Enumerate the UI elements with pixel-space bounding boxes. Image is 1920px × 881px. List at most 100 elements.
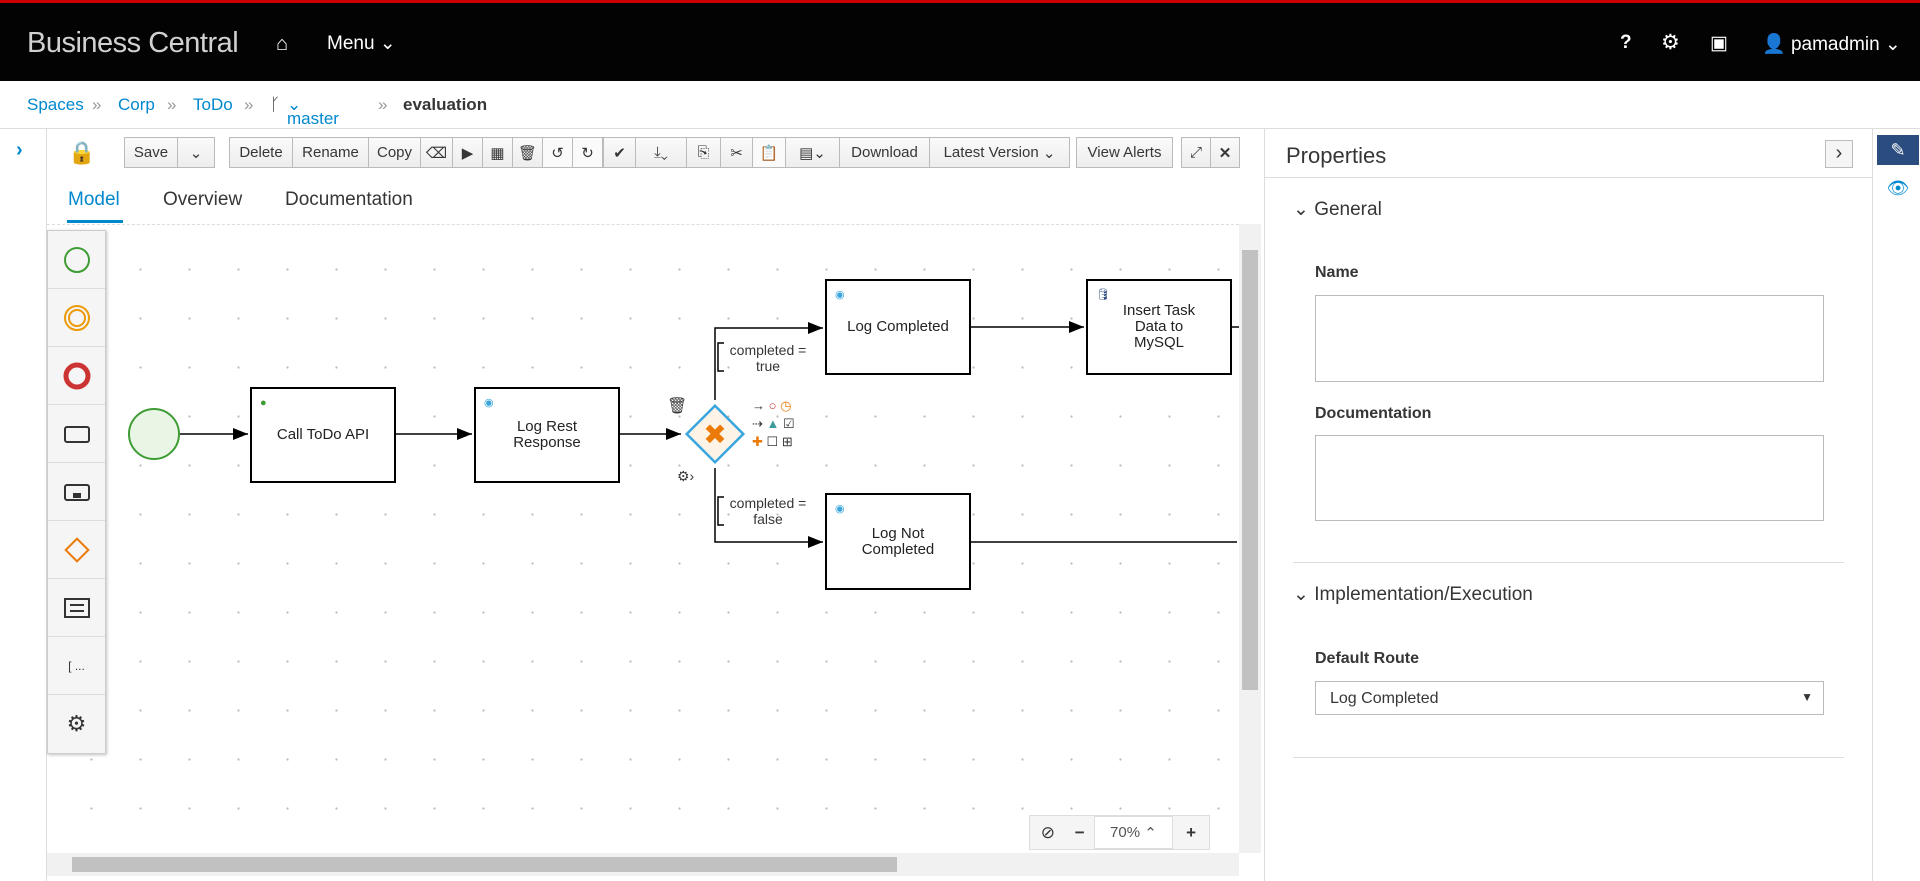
trash-icon[interactable]: 🗑 [512,137,543,168]
save-button[interactable]: Save [124,137,178,168]
brand-logo[interactable]: Business Central [27,27,239,60]
tab-overview[interactable]: Overview [163,189,242,211]
script-icon: ◉ [484,397,494,409]
documentation-textarea[interactable] [1315,435,1824,521]
sequence-flow-icon[interactable]: → [752,398,765,413]
breadcrumb-current: evaluation [403,95,488,114]
properties-panel: Properties › ⌄ General Name Documentatio… [1264,129,1872,881]
palette-subprocess[interactable] [48,463,105,521]
palette-text-annotation[interactable]: [ ... [48,637,105,695]
view-dropdown-icon[interactable]: ▤⌄ [785,137,840,168]
reset-zoom-icon[interactable]: ⊘ [1030,823,1066,843]
undo-icon[interactable]: ↺ [542,137,573,168]
eye-preview-icon[interactable]: 👁 [1877,173,1919,203]
home-icon[interactable]: ⌂ [276,33,288,56]
start-event [128,408,180,460]
view-alerts-button[interactable]: View Alerts [1076,137,1173,168]
tab-model[interactable]: Model [68,189,120,211]
copy-icon[interactable]: ⎘ [686,137,721,168]
breadcrumb: Spaces » Corp » ToDo » ᚴ master ⌄ » eval… [0,81,1920,129]
palette-gateway[interactable] [48,521,105,579]
copy-button[interactable]: Copy [368,137,421,168]
horizontal-scrollbar[interactable] [47,853,1239,876]
end-event-icon[interactable]: ○ [769,398,777,413]
expand-chevron-icon[interactable]: › [16,139,23,162]
palette-end-event[interactable] [48,347,105,405]
eraser-icon[interactable]: ⌫ [420,137,453,168]
palette-lane[interactable] [48,579,105,637]
horizontal-scroll-thumb[interactable] [72,857,897,872]
task-label: Log Completed [847,318,949,335]
morph-gears-icon[interactable]: ⚙› [677,468,694,485]
breadcrumb-spaces[interactable]: Spaces [27,95,84,115]
section-implementation[interactable]: ⌄ Implementation/Execution [1293,583,1533,606]
zoom-out-button[interactable]: − [1066,823,1094,843]
close-icon[interactable]: ✕ [1210,137,1240,168]
menu-dropdown[interactable]: Menu ⌄ [327,32,396,55]
right-side-tabs: ✎ 👁 [1872,129,1920,881]
rename-button[interactable]: Rename [292,137,369,168]
lock-icon[interactable]: 🔒 [68,140,95,166]
task-call-todo-api[interactable]: ● Call ToDo API [250,387,396,483]
default-route-label: Default Route [1315,650,1419,667]
user-menu[interactable]: 👤 pamadmin ⌄ [1762,32,1901,56]
collapse-panel-button[interactable]: › [1825,140,1853,168]
tab-documentation[interactable]: Documentation [285,189,413,211]
annotation-icon[interactable]: ☐ [767,434,779,449]
diagram-canvas[interactable]: ✖ ● Call ToDo API ◉ Log Rest Response ◉ Log… [47,224,1239,853]
task-log-not-completed[interactable]: ◉ Log Not Completed [825,493,971,590]
export-download-icon[interactable]: ⤓⌄ [635,137,687,168]
default-route-select[interactable]: Log Completed ▼ [1315,681,1824,715]
grid-icon[interactable]: ▦ [482,137,513,168]
download-button[interactable]: Download [839,137,930,168]
intermediate-event-icon[interactable]: ▲ [767,416,780,431]
help-icon[interactable]: ? [1620,32,1632,54]
latest-version-label: Latest Version [943,144,1039,161]
task-insert-task-data[interactable]: 🛢 Insert Task Data to MySQL [1086,279,1232,375]
latest-version-dropdown[interactable]: Latest Version ⌄ [929,137,1070,168]
paste-icon[interactable]: 📋 [752,137,786,168]
zoom-level: 70% [1110,824,1141,841]
subprocess-icon[interactable]: ⊞ [782,434,793,449]
palette-service-tasks-gears-icon[interactable]: ⚙ [48,695,105,753]
section-general[interactable]: ⌄ General [1293,198,1382,221]
connectors: ✖ [128,321,1239,548]
gear-icon[interactable]: ⚙ [1661,30,1680,55]
validate-check-icon[interactable]: ✔ [603,137,636,168]
svg-text:✖: ✖ [703,418,726,451]
task-log-completed[interactable]: ◉ Log Completed [825,279,971,375]
vertical-scrollbar[interactable] [1239,224,1261,853]
zoom-in-button[interactable]: + [1173,823,1209,843]
task-label: Log Not Completed [861,524,935,558]
name-textarea[interactable] [1315,295,1824,382]
task-label: Call ToDo API [276,426,370,443]
timer-icon[interactable]: ◷ [780,398,791,413]
task-icon[interactable]: ☑ [783,416,795,431]
palette-task[interactable] [48,405,105,463]
palette-intermediate-event[interactable] [48,289,105,347]
zoom-controls: ⊘ − 70% ⌃ + [1029,815,1210,850]
breadcrumb-todo[interactable]: ToDo [193,95,233,115]
redo-icon[interactable]: ↻ [572,137,603,168]
active-tab-indicator [67,220,123,223]
maximize-icon[interactable]: ⤢ [1181,137,1211,168]
username: pamadmin [1790,34,1880,55]
node-toolbox[interactable]: → ○ ◷ ⇢ ▲ ☑ ✚ ☐ ⊞ [752,397,812,451]
play-icon[interactable]: ▶ [452,137,483,168]
zoom-level-select[interactable]: 70% ⌃ [1093,816,1174,849]
name-label: Name [1315,264,1359,281]
association-icon[interactable]: ⇢ [752,416,763,431]
vertical-scroll-thumb[interactable] [1242,250,1258,690]
save-dropdown-icon[interactable]: ⌄ [177,137,215,168]
branch-dropdown[interactable]: master ⌄ [287,95,339,128]
cut-icon[interactable]: ✂ [720,137,753,168]
palette-start-event[interactable] [48,231,105,289]
breadcrumb-separator: » [167,95,177,114]
breadcrumb-corp[interactable]: Corp [118,95,155,115]
gateway-icon[interactable]: ✚ [752,434,763,449]
task-log-rest-response[interactable]: ◉ Log Rest Response [474,387,620,483]
briefcase-icon[interactable]: ▣ [1710,32,1728,55]
delete-button[interactable]: Delete [229,137,293,168]
edit-properties-icon[interactable]: ✎ [1877,135,1919,165]
delete-node-icon[interactable]: 🗑 [667,396,687,416]
